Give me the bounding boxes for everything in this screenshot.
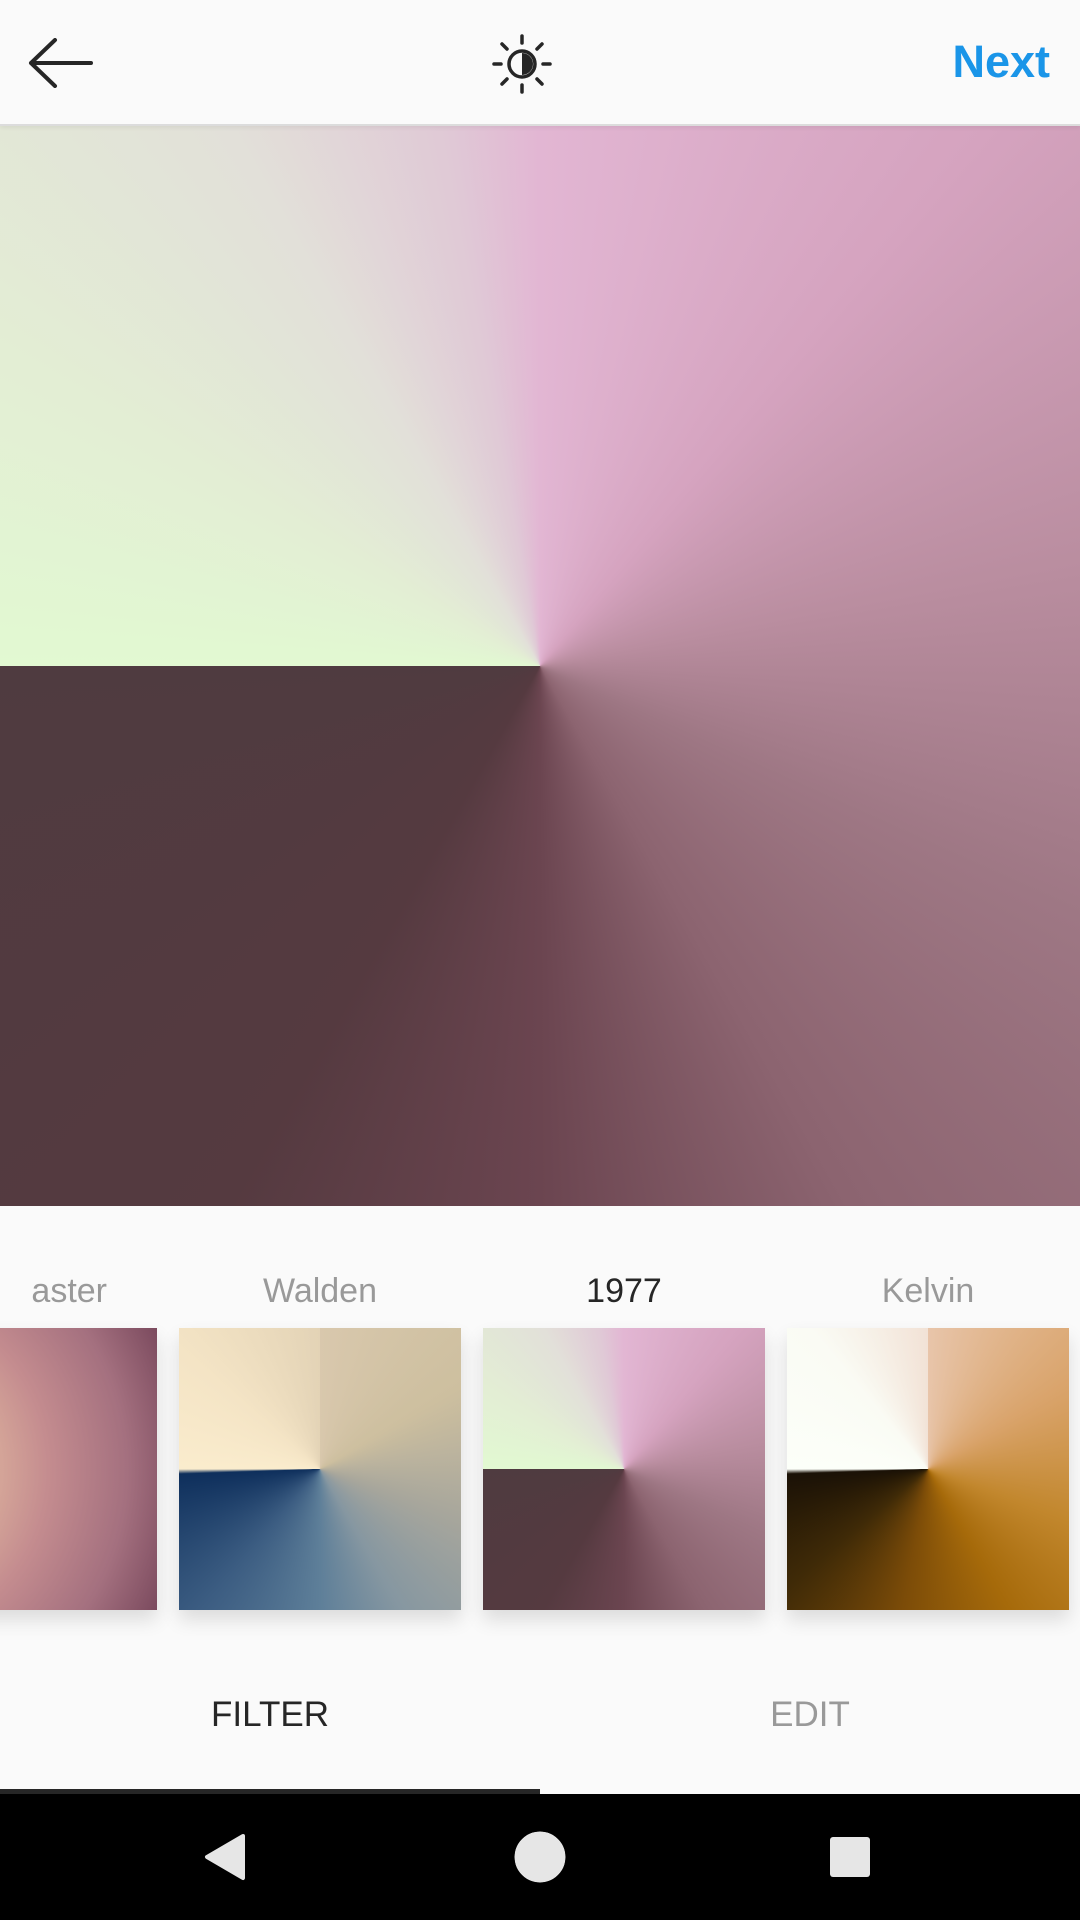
arrow-left-icon bbox=[29, 38, 93, 88]
system-home-button[interactable] bbox=[505, 1822, 575, 1892]
filter-name: Walden bbox=[262, 1272, 378, 1310]
filter-thumbnail[interactable] bbox=[179, 1328, 461, 1610]
system-nav-bar bbox=[0, 1794, 1080, 1920]
system-back-button[interactable] bbox=[190, 1822, 260, 1892]
filter-name: 1977 bbox=[586, 1272, 662, 1310]
filter-item-lark[interactable]: aster bbox=[0, 1206, 157, 1636]
filter-item-kelvin[interactable]: Kelvin bbox=[787, 1206, 1069, 1636]
nav-back-triangle-icon bbox=[205, 1834, 245, 1880]
filter-thumbnail[interactable] bbox=[787, 1328, 1069, 1610]
tab-filter[interactable]: FILTER bbox=[0, 1636, 540, 1794]
system-recents-button[interactable] bbox=[815, 1822, 885, 1892]
filter-name: aster bbox=[31, 1272, 107, 1310]
nav-home-circle-icon bbox=[513, 1830, 567, 1884]
filter-thumbnail[interactable] bbox=[483, 1328, 765, 1610]
lux-brightness-button[interactable] bbox=[487, 32, 557, 96]
filter-name: Kelvin bbox=[881, 1272, 975, 1310]
nav-recents-square-icon bbox=[830, 1837, 870, 1877]
brightness-sun-icon bbox=[492, 34, 552, 94]
filter-thumbnail[interactable] bbox=[0, 1328, 157, 1610]
filter-carousel[interactable]: aster Walden 1977 Kelvin bbox=[0, 1206, 1080, 1636]
preview-image bbox=[0, 126, 1080, 1206]
back-button[interactable] bbox=[22, 28, 98, 98]
tab-edit[interactable]: EDIT bbox=[540, 1636, 1080, 1794]
filter-screen: Next aster Walden 1977 Kelvin FILTER EDI… bbox=[0, 0, 1080, 1920]
mode-tabs: FILTER EDIT bbox=[0, 1636, 1080, 1794]
photo-preview bbox=[0, 126, 1080, 1206]
filter-item-1977[interactable]: 1977 bbox=[483, 1206, 765, 1636]
next-button[interactable]: Next bbox=[952, 36, 1050, 88]
top-bar: Next bbox=[0, 0, 1080, 126]
filter-item-walden[interactable]: Walden bbox=[179, 1206, 461, 1636]
